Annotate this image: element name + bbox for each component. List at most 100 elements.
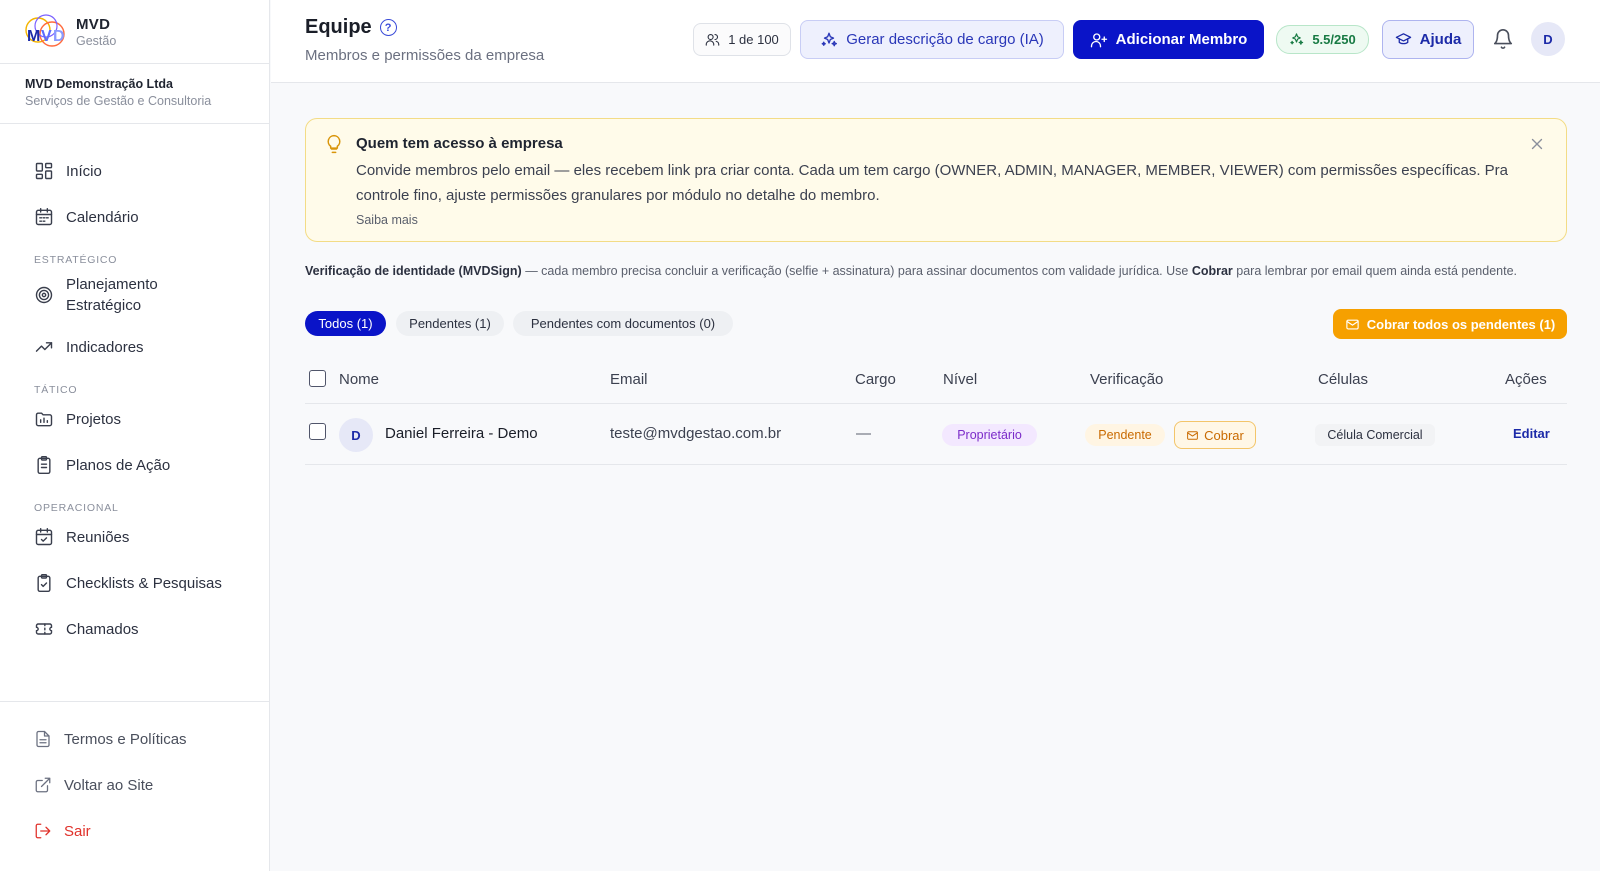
sidebar-item-inicio[interactable]: Início (0, 148, 269, 194)
svg-text:V: V (41, 28, 52, 45)
members-count-badge[interactable]: 1 de 100 (693, 23, 791, 56)
sidebar-item-checklists[interactable]: Checklists & Pesquisas (0, 560, 269, 606)
sidebar-item-chamados[interactable]: Chamados (0, 606, 269, 652)
user-avatar[interactable]: D (1531, 22, 1565, 56)
mail-icon (1187, 430, 1198, 440)
remind-all-pending-label: Cobrar todos os pendentes (1) (1366, 316, 1556, 332)
dashboard-icon (35, 162, 53, 180)
column-header-name[interactable]: Nome (339, 371, 379, 388)
sidebar-item-label: Calendário (66, 208, 139, 226)
document-icon (36, 730, 50, 748)
page-subtitle: Membros e permissões da empresa (305, 47, 545, 64)
calendar-icon (35, 207, 53, 226)
verification-note-text2: para lembrar por email quem ainda está p… (1232, 264, 1517, 278)
sidebar-item-termos[interactable]: Termos e Políticas (0, 716, 269, 762)
users-icon (705, 33, 720, 46)
brand-name: MVD (76, 15, 111, 33)
logout-icon (35, 823, 51, 839)
verification-note: Verificação de identidade (MVDSign) — ca… (305, 261, 1567, 281)
sidebar-item-label: Chamados (66, 620, 139, 638)
company-subtitle: Serviços de Gestão e Consultoria (25, 94, 212, 108)
clipboard-check-icon (37, 573, 51, 593)
company-info[interactable]: MVD Demonstração Ltda Serviços de Gestão… (0, 64, 269, 124)
level-badge: Proprietário (942, 424, 1037, 446)
trending-up-icon (35, 342, 53, 352)
sidebar-item-projetos[interactable]: Projetos (0, 396, 269, 442)
column-header-level[interactable]: Nível (943, 371, 977, 388)
bell-icon[interactable] (1492, 28, 1514, 50)
lightbulb-icon (324, 133, 344, 155)
mvd-logo-icon: M V D (24, 12, 68, 52)
row-checkbox[interactable] (309, 423, 326, 440)
remind-label: Cobrar (1204, 427, 1244, 443)
page-title: Equipe (305, 16, 372, 38)
avatar: D (339, 418, 373, 452)
learn-more-link[interactable]: Saiba mais (356, 213, 418, 227)
filter-all-chip[interactable]: Todos (1) (305, 311, 386, 336)
page-title-row: Equipe ? (305, 16, 544, 39)
sidebar-item-planos[interactable]: Planos de Ação (0, 442, 269, 488)
sidebar-item-label: Checklists & Pesquisas (66, 574, 222, 592)
sidebar-item-sair[interactable]: Sair (0, 808, 269, 854)
page-header: Equipe ? Membros e permissões da empresa… (271, 0, 1600, 83)
generate-job-description-button[interactable]: Gerar descrição de cargo (IA) (800, 20, 1064, 59)
select-all-checkbox[interactable] (309, 370, 326, 387)
sparkles-icon (821, 32, 838, 46)
filter-pending-docs-chip[interactable]: Pendentes com documentos (0) (513, 311, 733, 336)
calendar-check-icon (35, 527, 53, 546)
column-header-verification[interactable]: Verificação (1090, 371, 1163, 388)
column-header-email[interactable]: Email (610, 371, 648, 388)
generate-job-description-label: Gerar descrição de cargo (IA) (846, 31, 1044, 48)
sidebar-item-label: Planos de Ação (66, 456, 171, 474)
sidebar-item-voltar[interactable]: Voltar ao Site (0, 762, 269, 808)
table-row[interactable]: D Daniel Ferreira - Demo teste@mvdgestao… (305, 405, 1567, 465)
sidebar-item-indicadores[interactable]: Indicadores (0, 324, 269, 370)
close-icon[interactable] (1528, 135, 1546, 153)
verification-note-lead: Verificação de identidade (MVDSign) (305, 264, 522, 278)
remind-all-pending-button[interactable]: Cobrar todos os pendentes (1) (1333, 309, 1567, 339)
member-email: teste@mvdgestao.com.br (610, 425, 782, 442)
cell-badge: Célula Comercial (1315, 424, 1435, 446)
mail-icon (1346, 319, 1359, 329)
help-circle-icon[interactable]: ? (379, 19, 397, 36)
folder-chart-icon (35, 412, 53, 427)
clipboard-list-icon (37, 455, 51, 475)
target-icon (35, 286, 53, 304)
add-member-button[interactable]: Adicionar Membro (1073, 20, 1264, 59)
column-header-role[interactable]: Cargo (855, 371, 896, 388)
member-role: — (856, 425, 871, 442)
sidebar-item-label: Termos e Políticas (64, 730, 187, 748)
sidebar-nav: Início Calendário ESTRATÉGICO Planejamen… (0, 148, 269, 652)
column-header-cells[interactable]: Células (1318, 371, 1368, 388)
banner-title: Quem tem acesso à empresa (356, 135, 563, 152)
verification-status-badge: Pendente (1085, 424, 1165, 446)
sparkles-icon (1290, 33, 1304, 45)
sidebar-footer: Termos e Políticas Voltar ao Site Sair (0, 701, 269, 854)
remind-button[interactable]: Cobrar (1174, 421, 1256, 449)
svg-text:D: D (53, 28, 65, 45)
verification-note-text1: — cada membro precisa concluir a verific… (521, 264, 1192, 278)
svg-text:M: M (27, 28, 40, 45)
filter-pending-chip[interactable]: Pendentes (1) (396, 311, 504, 336)
edit-member-link[interactable]: Editar (1513, 426, 1550, 441)
sidebar-item-label: Planejamento Estratégico (66, 276, 158, 314)
table-header: Nome Email Cargo Nível Verificação Célul… (305, 360, 1567, 404)
sidebar-item-label: Projetos (66, 410, 122, 428)
sidebar-item-label: Indicadores (66, 338, 144, 356)
verification-note-bold: Cobrar (1191, 264, 1233, 278)
section-label-operacional: OPERACIONAL (34, 502, 119, 514)
ai-credits-badge[interactable]: 5.5/250 (1276, 25, 1369, 54)
sidebar-item-label: Reuniões (66, 528, 130, 546)
sidebar-item-reunioes[interactable]: Reuniões (0, 514, 269, 560)
member-name[interactable]: Daniel Ferreira - Demo (385, 425, 538, 442)
graduation-cap-icon (1395, 33, 1411, 45)
column-header-actions: Ações (1505, 371, 1547, 388)
brand-subtitle: Gestão (76, 33, 117, 48)
help-button[interactable]: Ajuda (1382, 20, 1474, 59)
sidebar-item-label: Sair (64, 822, 91, 840)
add-member-label: Adicionar Membro (1115, 31, 1248, 48)
brand[interactable]: M V D MVD Gestão (0, 0, 269, 64)
sidebar-item-planejamento[interactable]: Planejamento Estratégico (0, 266, 269, 324)
sidebar-item-calendario[interactable]: Calendário (0, 194, 269, 240)
ai-credits: 5.5/250 (1312, 32, 1356, 47)
